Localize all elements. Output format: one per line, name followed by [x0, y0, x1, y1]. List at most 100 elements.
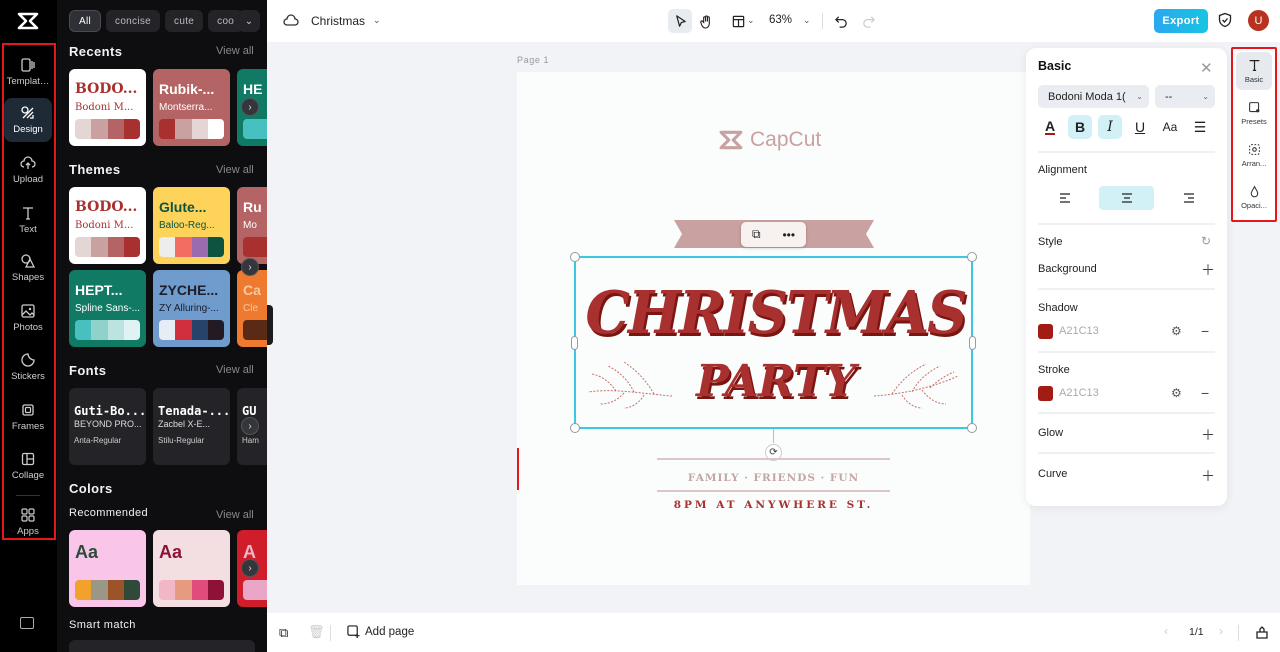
color-palette-card[interactable]: Aa — [69, 530, 146, 607]
chip-all[interactable]: All — [69, 10, 102, 32]
rail-item-design[interactable]: Design — [4, 98, 52, 142]
font-card[interactable]: Tenada-... Zacbel X-E... Stilu-Regular — [153, 388, 230, 465]
chevron-down-icon[interactable]: ⌄ — [747, 15, 755, 26]
font-size-select[interactable]: -- ⌄ — [1155, 85, 1215, 108]
stroke-color-swatch[interactable] — [1038, 386, 1053, 401]
divider-line[interactable] — [657, 490, 890, 492]
add-page-button[interactable]: Add page — [347, 625, 414, 638]
underline-button[interactable]: U — [1128, 115, 1152, 139]
add-background-icon[interactable]: ＋ — [1201, 260, 1215, 280]
zoom-level[interactable]: 63% — [769, 14, 792, 26]
reset-style-icon[interactable]: ↻ — [1201, 234, 1211, 248]
collapse-pages-icon[interactable] — [1255, 625, 1269, 639]
remove-stroke-icon[interactable]: − — [1201, 385, 1209, 401]
design-page[interactable]: CapCut ⧉ ••• CHRISTMAS PARTY ⟳ FAMILY · … — [517, 72, 1030, 585]
rail-tab-opacity[interactable]: Opaci... — [1236, 178, 1272, 216]
colors-next-button[interactable]: › — [241, 559, 259, 577]
theme-card[interactable]: Ca Cle — [237, 270, 267, 347]
delete-page-icon[interactable]: 🗑 — [308, 624, 325, 640]
resize-handle-bottom-right[interactable] — [967, 423, 977, 433]
document-title[interactable]: Christmas — [311, 14, 365, 28]
location-text[interactable]: 8PM AT ANYWHERE ST. — [657, 499, 890, 511]
rail-item-apps[interactable]: Apps — [4, 500, 52, 544]
shadow-color-swatch[interactable] — [1038, 324, 1053, 339]
theme-card[interactable]: Ru Mo — [237, 187, 267, 264]
more-options-icon[interactable]: ••• — [782, 228, 795, 242]
color-palette-card[interactable]: Aa — [153, 530, 230, 607]
stroke-color-hex[interactable]: A21C13 — [1059, 387, 1099, 399]
close-icon[interactable]: ✕ — [1200, 59, 1213, 77]
recents-view-all[interactable]: View all — [216, 45, 254, 57]
font-family-select[interactable]: Bodoni Moda 1(⌄ — [1038, 85, 1149, 108]
chip-cute[interactable]: cute — [165, 10, 204, 32]
bold-button[interactable]: B — [1068, 115, 1092, 139]
font-card[interactable]: Guti-Bo... BEYOND PRO... Anta-Regular — [69, 388, 146, 465]
resize-handle-right[interactable] — [969, 336, 976, 350]
case-button[interactable]: Aa — [1158, 115, 1182, 139]
align-right-button[interactable] — [1160, 186, 1215, 210]
export-button[interactable]: Export — [1154, 9, 1208, 33]
chips-expand-button[interactable]: ⌄ — [238, 10, 260, 32]
chip-concise[interactable]: concise — [106, 10, 161, 32]
rail-tab-arrange[interactable]: Arran... — [1236, 136, 1272, 174]
capcut-brand-logo[interactable]: CapCut — [717, 128, 821, 152]
shadow-settings-icon[interactable]: ⚙ — [1171, 324, 1182, 338]
resize-handle-top-right[interactable] — [967, 252, 977, 262]
rail-tab-basic[interactable]: Basic — [1236, 52, 1272, 90]
themes-view-all[interactable]: View all — [216, 164, 254, 176]
divider-line[interactable] — [657, 458, 890, 460]
rail-item-photos[interactable]: Photos — [4, 296, 52, 340]
recent-card[interactable]: Rubik-... Montserra... — [153, 69, 230, 146]
panel-collapse-handle[interactable] — [267, 305, 273, 345]
align-left-button[interactable] — [1038, 186, 1093, 210]
theme-card[interactable]: ZYCHE... ZY Alluring-... — [153, 270, 230, 347]
colors-view-all[interactable]: View all — [216, 509, 254, 521]
chevron-down-icon[interactable]: ⌄ — [803, 15, 811, 26]
capcut-logo-icon[interactable] — [16, 11, 40, 31]
next-page-icon[interactable]: › — [1219, 624, 1223, 638]
rail-item-stickers[interactable]: Stickers — [4, 345, 52, 389]
recent-card[interactable]: BODO... Bodoni M... — [69, 69, 146, 146]
select-tool-button[interactable] — [668, 9, 692, 33]
user-avatar[interactable]: U — [1248, 10, 1269, 31]
theme-card[interactable]: Glute... Baloo-Reg... — [153, 187, 230, 264]
resize-handle-bottom-left[interactable] — [570, 423, 580, 433]
add-glow-icon[interactable]: ＋ — [1201, 425, 1215, 445]
add-curve-icon[interactable]: ＋ — [1201, 466, 1215, 486]
cloud-sync-icon[interactable] — [283, 13, 299, 29]
rail-item-shapes[interactable]: Shapes — [4, 246, 52, 290]
line-spacing-button[interactable]: ☰ — [1188, 115, 1212, 139]
recents-next-button[interactable]: › — [241, 98, 259, 116]
resize-handle-top-left[interactable] — [570, 252, 580, 262]
rail-item-text[interactable]: Text — [4, 198, 52, 242]
fonts-view-all[interactable]: View all — [216, 364, 254, 376]
resize-handle-left[interactable] — [571, 336, 578, 350]
stroke-settings-icon[interactable]: ⚙ — [1171, 386, 1182, 400]
themes-next-button[interactable]: › — [241, 258, 259, 276]
tagline-text[interactable]: FAMILY · FRIENDS · FUN — [657, 472, 890, 484]
italic-button[interactable]: I — [1098, 115, 1122, 139]
rail-item-templates[interactable]: Templat… — [4, 50, 52, 94]
chevron-down-icon[interactable]: ⌄ — [373, 15, 381, 26]
rail-item-collage[interactable]: Collage — [4, 444, 52, 488]
selected-text-element[interactable]: CHRISTMAS PARTY — [570, 252, 977, 433]
shadow-color-hex[interactable]: A21C13 — [1059, 325, 1099, 337]
rail-item-upload[interactable]: Upload — [4, 148, 52, 192]
remove-shadow-icon[interactable]: − — [1201, 323, 1209, 339]
hand-tool-button[interactable] — [694, 9, 718, 33]
smart-match-card[interactable] — [69, 640, 255, 652]
redo-button[interactable] — [856, 9, 880, 33]
duplicate-page-icon[interactable]: ⧉ — [279, 625, 288, 641]
align-center-button[interactable] — [1099, 186, 1154, 210]
rail-tab-presets[interactable]: Presets — [1236, 94, 1272, 132]
text-color-button[interactable]: A — [1038, 115, 1062, 139]
theme-card[interactable]: HEPT... Spline Sans-... — [69, 270, 146, 347]
theme-card[interactable]: BODO... Bodoni M... — [69, 187, 146, 264]
shield-check-icon[interactable] — [1217, 12, 1233, 28]
prev-page-icon[interactable]: ‹ — [1164, 624, 1168, 638]
undo-button[interactable] — [829, 9, 853, 33]
fonts-next-button[interactable]: › — [241, 417, 259, 435]
rail-item-frames[interactable]: Frames — [4, 395, 52, 439]
keyboard-shortcuts-icon[interactable] — [20, 617, 34, 629]
duplicate-icon[interactable]: ⧉ — [752, 227, 761, 242]
